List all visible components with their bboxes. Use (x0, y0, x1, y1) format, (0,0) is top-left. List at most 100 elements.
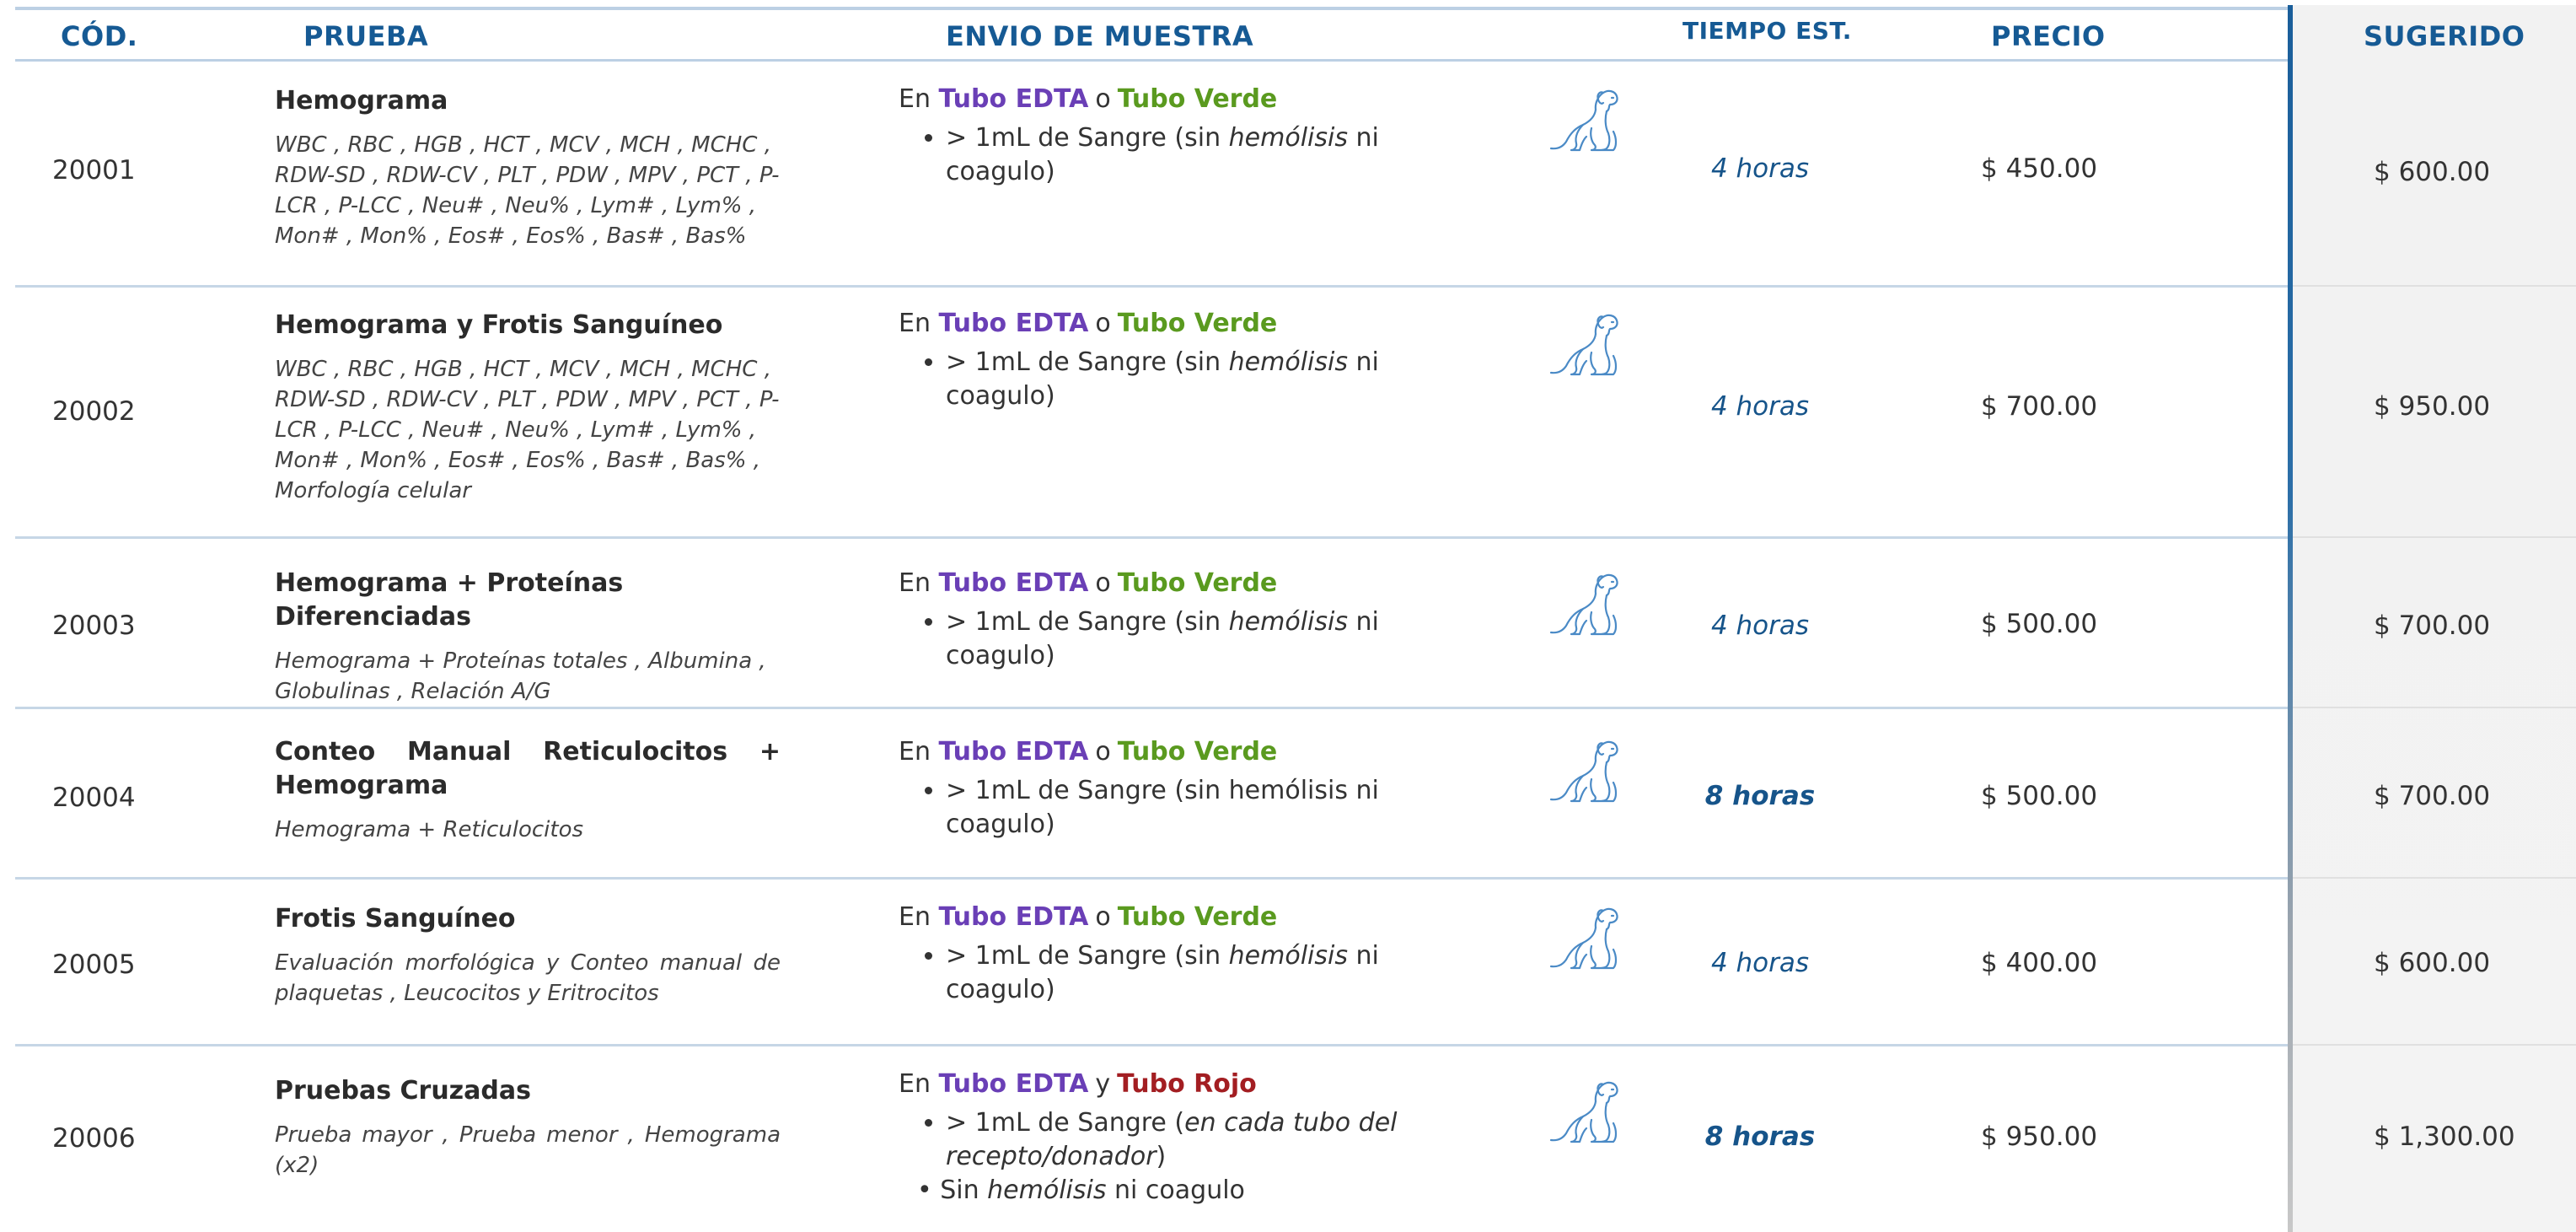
tube-verde: Tubo Verde (1117, 84, 1278, 114)
price: $ 400.00 (1981, 948, 2098, 978)
row-divider (2293, 285, 2576, 287)
requirement-emphasis: hemólisis (1228, 607, 1348, 637)
sample-requirements: > 1mL de Sangre (sin hemólisis ni coagul… (899, 939, 1489, 1007)
price: $ 500.00 (1981, 781, 2098, 811)
dog-icon (1549, 904, 1620, 975)
row-divider (15, 285, 2288, 288)
row-test: Hemograma + Proteínas Diferenciadas Hemo… (275, 567, 781, 707)
sample-prefix: En (899, 84, 931, 114)
row-code: 20001 (52, 155, 136, 186)
requirement-text: > 1mL de Sangre (sin (946, 607, 1229, 637)
dog-icon (1549, 737, 1620, 808)
sample-conjunction: o (1095, 902, 1111, 932)
header-price: PRECIO (1991, 20, 2106, 52)
dog-icon (1549, 310, 1620, 381)
header-rule (15, 59, 2288, 62)
sample-requirements: > 1mL de Sangre (sin hemólisis ni coagul… (899, 346, 1489, 413)
price: $ 500.00 (1981, 609, 2098, 639)
dog-icon (1549, 86, 1620, 157)
sample-prefix: En (899, 902, 931, 932)
header-test: PRUEBA (303, 20, 429, 52)
row-divider (2293, 707, 2576, 708)
sample-prefix: En (899, 1069, 931, 1099)
tube-verde: Tubo Verde (1117, 568, 1278, 598)
requirement-item: > 1mL de Sangre (sin hemólisis ni coagul… (946, 121, 1489, 189)
row-code: 20006 (52, 1123, 136, 1154)
tube-edta: Tubo EDTA (938, 1069, 1089, 1099)
header-code: CÓD. (61, 20, 138, 52)
requirement-emphasis: hemólisis (1228, 123, 1348, 153)
requirement-emphasis: hemólisis (987, 1176, 1107, 1205)
row-code: 20003 (52, 611, 136, 641)
suggested-price: $ 1,300.00 (2374, 1122, 2515, 1152)
top-rule (15, 7, 2291, 10)
price: $ 450.00 (1981, 153, 2098, 184)
tube-edta: Tubo EDTA (938, 309, 1089, 338)
requirement-item: > 1mL de Sangre (sin hemólisis ni coagul… (946, 939, 1489, 1007)
sample-conjunction: o (1095, 309, 1111, 338)
sample-info: En Tubo EDTAoTubo Verde > 1mL de Sangre … (899, 735, 1489, 842)
suggested-price: $ 950.00 (2374, 391, 2491, 422)
requirement-text: ni coagulo (1106, 1176, 1245, 1205)
row-code: 20004 (52, 783, 136, 813)
header-time: TIEMPO EST. (1682, 17, 1852, 45)
tube-edta: Tubo EDTA (938, 84, 1089, 114)
tube-edta: Tubo EDTA (938, 568, 1089, 598)
requirement-item-secondary: • Sin hemólisis ni coagulo (917, 1174, 1489, 1208)
column-divider (2288, 5, 2293, 1232)
requirement-emphasis: hemólisis (1228, 347, 1348, 377)
row-code: 20005 (52, 950, 136, 980)
test-description: Hemograma + Proteínas totales , Albumina… (275, 648, 766, 704)
dog-icon (1549, 1078, 1620, 1149)
row-code: 20002 (52, 396, 136, 427)
test-name: Pruebas Cruzadas (275, 1076, 531, 1106)
tube-edta: Tubo EDTA (938, 902, 1089, 932)
sample-prefix: En (899, 309, 931, 338)
suggested-price: $ 600.00 (2374, 157, 2491, 187)
sample-info: En Tubo EDTAoTubo Verde > 1mL de Sangre … (899, 901, 1489, 1007)
requirement-item: > 1mL de Sangre (sin hemólisis ni coagul… (946, 605, 1489, 673)
test-description: Hemograma + Reticulocitos (275, 817, 584, 842)
requirement-text: > 1mL de Sangre (sin (946, 347, 1229, 377)
row-divider (2293, 1044, 2576, 1046)
row-test: Conteo Manual Reticulocitos + Hemograma … (275, 735, 781, 845)
requirement-text: Sin (940, 1176, 988, 1205)
sample-requirements: > 1mL de Sangre (sin hemólisis ni coagul… (899, 121, 1489, 189)
test-name: Hemograma + Proteínas Diferenciadas (275, 568, 624, 632)
requirement-emphasis: hemólisis (1228, 941, 1348, 971)
header-sample: ENVIO DE MUESTRA (946, 20, 1254, 52)
bullet: • (917, 1176, 941, 1205)
estimated-time: 4 horas (1710, 611, 1810, 641)
tube-verde: Tubo Verde (1117, 902, 1278, 932)
sample-requirements: > 1mL de Sangre (sin hemólisis ni coagul… (899, 605, 1489, 673)
tube-verde: Tubo Verde (1117, 737, 1278, 767)
row-divider (2293, 877, 2576, 879)
row-divider (15, 1044, 2288, 1046)
estimated-time: 8 horas (1704, 1122, 1816, 1152)
header-suggested: SUGERIDO (2364, 20, 2525, 52)
sample-conjunction: o (1095, 737, 1111, 767)
test-description: WBC , RBC , HGB , HCT , MCV , MCH , MCHC… (275, 132, 780, 249)
test-description: WBC , RBC , HGB , HCT , MCV , MCH , MCHC… (275, 357, 780, 503)
requirement-item: > 1mL de Sangre (en cada tubo del recept… (946, 1106, 1452, 1174)
requirement-text: ) (1156, 1142, 1167, 1171)
estimated-time: 4 horas (1710, 391, 1810, 422)
sample-info: En Tubo EDTAyTubo Rojo > 1mL de Sangre (… (899, 1068, 1489, 1208)
row-test: Pruebas Cruzadas Prueba mayor , Prueba m… (275, 1074, 781, 1181)
sample-conjunction: o (1095, 568, 1111, 598)
requirement-text: > 1mL de Sangre ( (946, 1108, 1185, 1138)
estimated-time: 4 horas (1710, 153, 1810, 184)
sample-prefix: En (899, 568, 931, 598)
sample-requirements: > 1mL de Sangre (en cada tubo del recept… (899, 1106, 1452, 1174)
row-divider (15, 707, 2288, 709)
suggested-price: $ 700.00 (2374, 781, 2491, 811)
test-description: Prueba mayor , Prueba menor , Hemograma … (275, 1122, 781, 1178)
sample-info: En Tubo EDTAoTubo Verde > 1mL de Sangre … (899, 83, 1489, 189)
suggested-price: $ 700.00 (2374, 611, 2491, 641)
test-description: Evaluación morfológica y Conteo manual d… (275, 950, 781, 1006)
price: $ 950.00 (1981, 1122, 2098, 1152)
requirement-item: > 1mL de Sangre (sin hemólisis ni coagul… (946, 346, 1489, 413)
sample-requirements: > 1mL de Sangre (sin hemólisis ni coagul… (899, 774, 1489, 842)
row-test: Frotis Sanguíneo Evaluación morfológica … (275, 902, 781, 1009)
tube-verde: Tubo Verde (1117, 309, 1278, 338)
